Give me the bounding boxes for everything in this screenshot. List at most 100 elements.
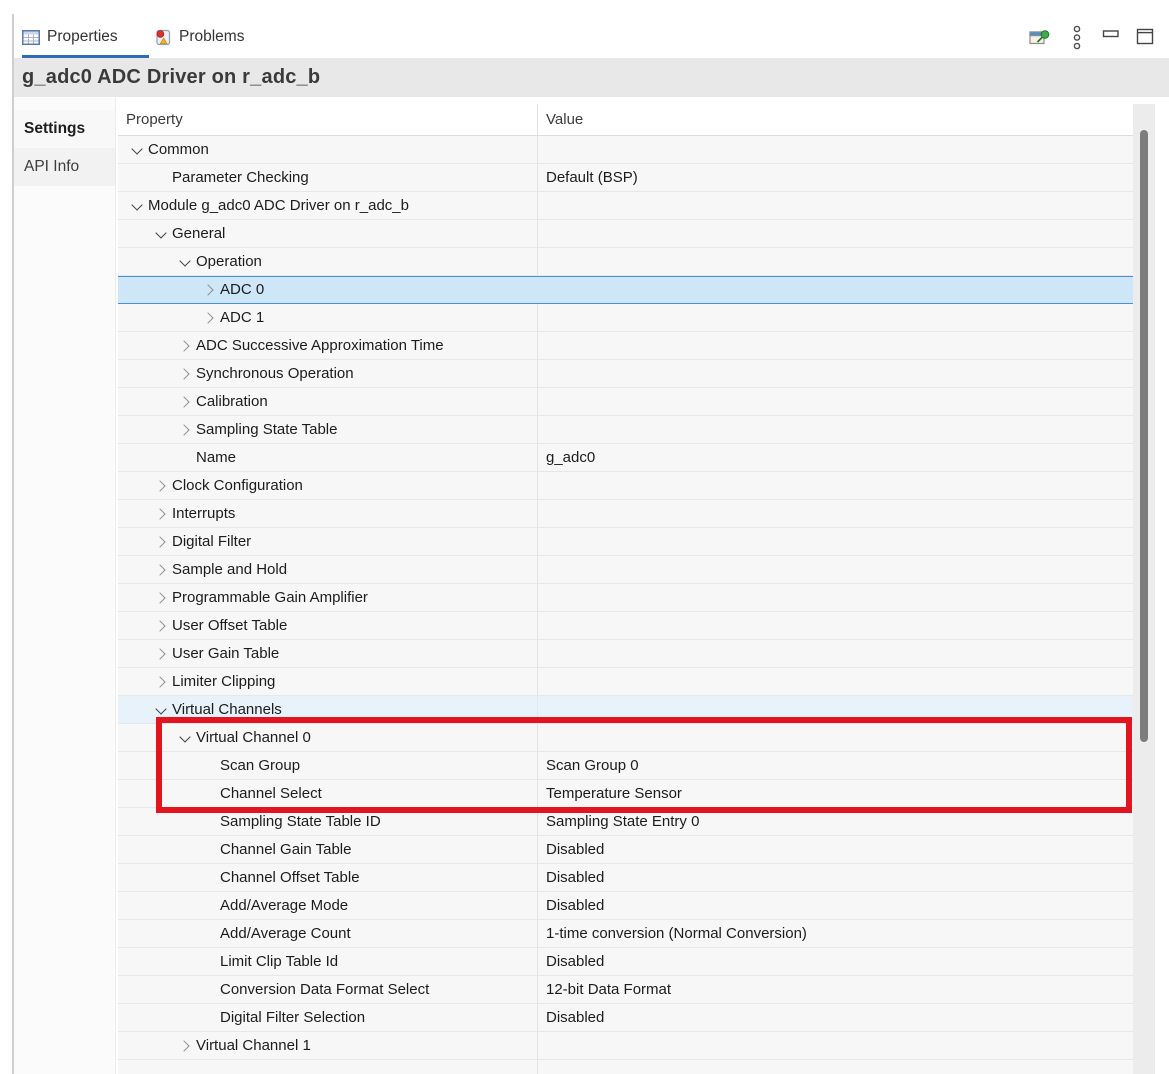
table-row[interactable]: Module g_adc0 ADC Driver on r_adc_b [118, 192, 1133, 220]
table-row[interactable]: Operation [118, 248, 1133, 276]
table-row[interactable]: Limiter Clipping [118, 668, 1133, 696]
chevron-right-icon[interactable] [176, 365, 196, 383]
table-row[interactable]: Digital Filter SelectionDisabled [118, 1004, 1133, 1032]
chevron-right-icon[interactable] [200, 281, 220, 299]
table-row[interactable]: Channel Offset TableDisabled [118, 864, 1133, 892]
chevron-placeholder [200, 841, 220, 859]
indent-spacer [118, 513, 152, 514]
chevron-placeholder [200, 869, 220, 887]
chevron-right-icon[interactable] [200, 309, 220, 327]
chevron-right-icon[interactable] [152, 533, 172, 551]
table-row[interactable]: Channel SelectTemperature Sensor [118, 780, 1133, 808]
chevron-down-icon[interactable] [128, 197, 148, 215]
table-row[interactable]: Sampling State Table IDSampling State En… [118, 808, 1133, 836]
table-row[interactable]: Programmable Gain Amplifier [118, 584, 1133, 612]
view-toolbar [1029, 22, 1155, 52]
table-row[interactable]: Interrupts [118, 500, 1133, 528]
chevron-right-icon[interactable] [152, 477, 172, 495]
chevron-down-icon[interactable] [152, 701, 172, 719]
table-header-row: Property Value [118, 104, 1133, 136]
table-row[interactable]: Parameter Checking Default (BSP) [118, 164, 1133, 192]
table-row[interactable]: Clock Configuration [118, 472, 1133, 500]
property-value: Sampling State Entry 0 [546, 813, 699, 830]
chevron-right-icon[interactable] [152, 645, 172, 663]
pin-editor-button[interactable] [1029, 23, 1052, 51]
sidebar-item-label: Settings [24, 120, 85, 138]
table-row[interactable]: Virtual Channel 1 [118, 1032, 1133, 1060]
table-row[interactable]: Digital Filter [118, 528, 1133, 556]
table-row[interactable]: User Offset Table [118, 612, 1133, 640]
minimize-button[interactable] [1102, 23, 1120, 51]
sidebar-item-api-info[interactable]: API Info [14, 148, 115, 186]
column-header-property[interactable]: Property [118, 104, 538, 135]
table-row[interactable]: ADC 1 [118, 304, 1133, 332]
table-row[interactable]: Virtual Channel 0 [118, 724, 1133, 752]
table-row[interactable]: General [118, 220, 1133, 248]
chevron-right-icon[interactable] [152, 617, 172, 635]
chevron-right-icon[interactable] [176, 337, 196, 355]
maximize-button[interactable] [1136, 23, 1155, 51]
chevron-right-icon[interactable] [152, 673, 172, 691]
chevron-down-icon[interactable] [176, 253, 196, 271]
property-name: Digital Filter Selection [220, 1009, 365, 1026]
indent-spacer [118, 681, 152, 682]
chevron-right-icon[interactable] [152, 589, 172, 607]
chevron-placeholder [200, 953, 220, 971]
table-row[interactable]: Conversion Data Format Select12-bit Data… [118, 976, 1133, 1004]
indent-spacer [118, 569, 152, 570]
chevron-down-icon[interactable] [128, 141, 148, 159]
view-menu-button[interactable] [1072, 23, 1082, 51]
property-name: Synchronous Operation [196, 365, 354, 382]
property-name: Limit Clip Table Id [220, 953, 338, 970]
chevron-right-icon[interactable] [176, 393, 196, 411]
table-row[interactable]: Synchronous Operation [118, 360, 1133, 388]
table-row[interactable]: Nameg_adc0 [118, 444, 1133, 472]
property-value: Default (BSP) [546, 169, 638, 186]
table-row[interactable]: Common [118, 136, 1133, 164]
chevron-right-icon[interactable] [152, 561, 172, 579]
table-row[interactable]: Scan GroupScan Group 0 [118, 752, 1133, 780]
property-name: Digital Filter [172, 533, 251, 550]
property-name: Clock Configuration [172, 477, 303, 494]
chevron-down-icon[interactable] [176, 729, 196, 747]
problems-icon [154, 28, 172, 47]
property-value: Disabled [546, 953, 604, 970]
chevron-right-icon[interactable] [176, 1037, 196, 1055]
property-name: Common [148, 141, 209, 158]
table-row[interactable]: Channel Gain TableDisabled [118, 836, 1133, 864]
chevron-right-icon[interactable] [176, 421, 196, 439]
indent-spacer [118, 485, 152, 486]
table-row[interactable]: User Gain Table [118, 640, 1133, 668]
property-value: g_adc0 [546, 449, 595, 466]
vertical-scrollbar[interactable] [1133, 104, 1155, 1074]
chevron-placeholder [200, 813, 220, 831]
property-name: Programmable Gain Amplifier [172, 589, 368, 606]
sidebar-item-settings[interactable]: Settings [14, 110, 115, 148]
table-row[interactable]: Sample and Hold [118, 556, 1133, 584]
indent-spacer [118, 1017, 200, 1018]
pin-editor-icon [1029, 27, 1052, 48]
tab-properties[interactable]: Properties [22, 20, 118, 54]
table-row[interactable]: Add/Average ModeDisabled [118, 892, 1133, 920]
column-header-value[interactable]: Value [538, 104, 1133, 135]
table-row[interactable]: ADC 0 [118, 276, 1133, 304]
indent-spacer [118, 709, 152, 710]
table-row[interactable] [118, 1060, 1133, 1074]
property-name: General [172, 225, 225, 242]
chevron-down-icon[interactable] [152, 225, 172, 243]
table-row[interactable]: ADC Successive Approximation Time [118, 332, 1133, 360]
property-name: Sample and Hold [172, 561, 287, 578]
table-row[interactable]: Virtual Channels [118, 696, 1133, 724]
property-table-body: Common Parameter Checking Default (BSP) Mod… [118, 136, 1133, 1074]
table-row[interactable]: Limit Clip Table Id Disabled [118, 948, 1133, 976]
table-row[interactable]: Add/Average Count1-time conversion (Norm… [118, 920, 1133, 948]
property-name: Parameter Checking [172, 169, 309, 186]
property-value: Disabled [546, 841, 604, 858]
table-row[interactable]: Calibration [118, 388, 1133, 416]
minimize-icon [1102, 27, 1120, 47]
table-row[interactable]: Sampling State Table [118, 416, 1133, 444]
tab-problems[interactable]: Problems [154, 20, 244, 54]
property-name: Virtual Channels [172, 701, 282, 718]
scrollbar-thumb[interactable] [1140, 130, 1148, 742]
chevron-right-icon[interactable] [152, 505, 172, 523]
